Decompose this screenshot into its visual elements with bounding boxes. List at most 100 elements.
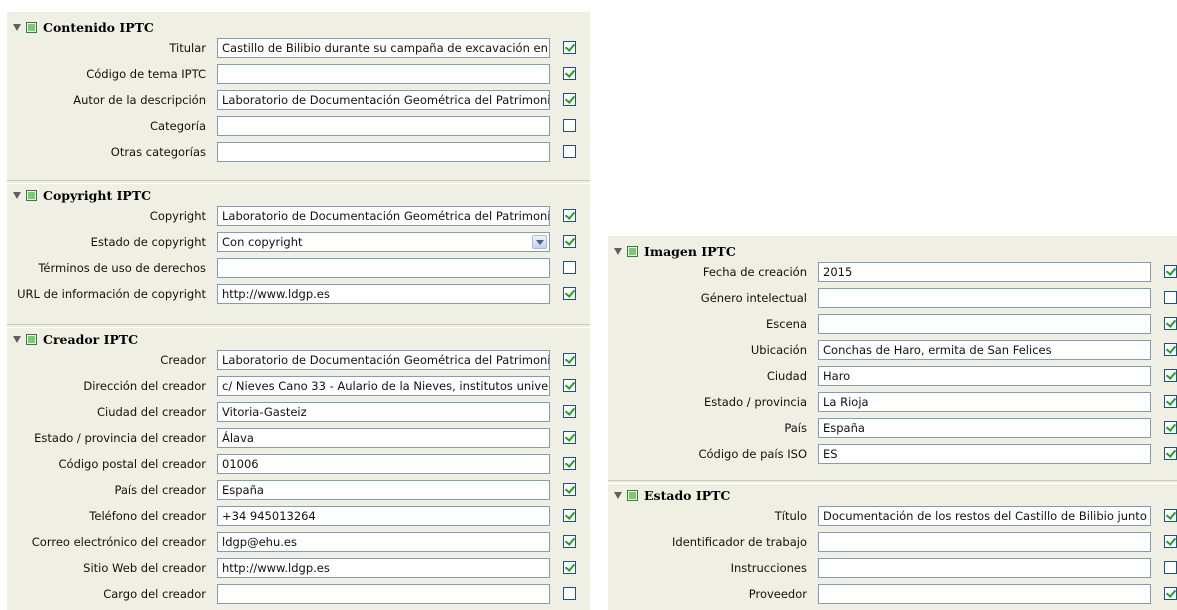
field-row-correo-electronico-del-creador: Correo electrónico del creador ldgp@ehu.e… xyxy=(7,532,590,554)
direccion-del-creador-input[interactable]: c/ Nieves Cano 33 - Aulario de la Nieves… xyxy=(217,376,550,396)
input-value: Vitoria-Gasteiz xyxy=(222,405,307,419)
estado-provincia-del-creador-input[interactable]: Álava xyxy=(217,428,550,448)
field-checkbox[interactable] xyxy=(563,209,576,222)
section-square-icon xyxy=(26,189,37,201)
field-label: Código de tema IPTC xyxy=(86,67,206,81)
field-row-genero-intelectual: Género intelectual xyxy=(608,288,1177,310)
disclosure-triangle-icon[interactable] xyxy=(13,191,21,199)
section-header[interactable]: Imagen IPTC xyxy=(608,242,736,260)
disclosure-triangle-icon[interactable] xyxy=(614,491,622,499)
fecha-de-creacion-input[interactable]: 2015 xyxy=(818,262,1151,282)
field-checkbox[interactable] xyxy=(563,67,576,80)
autor-de-la-descripcion-input[interactable]: Laboratorio de Documentación Geométrica … xyxy=(217,90,550,110)
field-checkbox[interactable] xyxy=(1164,343,1177,356)
field-checkbox[interactable] xyxy=(563,587,576,600)
escena-input[interactable] xyxy=(818,314,1151,334)
titulo-input[interactable]: Documentación de los restos del Castillo… xyxy=(818,506,1151,526)
ciudad-del-creador-input[interactable]: Vitoria-Gasteiz xyxy=(217,402,550,422)
field-checkbox[interactable] xyxy=(563,405,576,418)
otras-categorias-input[interactable] xyxy=(217,142,550,162)
field-checkbox[interactable] xyxy=(563,145,576,158)
field-checkbox[interactable] xyxy=(563,353,576,366)
disclosure-triangle-icon[interactable] xyxy=(614,247,622,255)
field-checkbox[interactable] xyxy=(563,535,576,548)
ubicacion-input[interactable]: Conchas de Haro, ermita de San Felices xyxy=(818,340,1151,360)
iptc-panel-right: Imagen IPTC Fecha de creación 2015 Género i… xyxy=(608,236,1177,610)
field-label: Ciudad del creador xyxy=(96,405,206,419)
field-checkbox[interactable] xyxy=(1164,317,1177,330)
instrucciones-input[interactable] xyxy=(818,558,1151,578)
field-checkbox[interactable] xyxy=(563,431,576,444)
codigo-de-pais-iso-input[interactable]: ES xyxy=(818,444,1151,464)
codigo-de-tema-iptc-input[interactable] xyxy=(217,64,550,84)
field-checkbox[interactable] xyxy=(563,509,576,522)
field-checkbox[interactable] xyxy=(563,287,576,300)
disclosure-triangle-icon[interactable] xyxy=(13,23,21,31)
cargo-del-creador-input[interactable] xyxy=(217,584,550,604)
categoria-input[interactable] xyxy=(217,116,550,136)
titular-input[interactable]: Castillo de Bilibio durante su campaña d… xyxy=(217,38,550,58)
chevron-down-icon[interactable] xyxy=(532,235,547,249)
terminos-de-uso-de-derechos-input[interactable] xyxy=(217,258,550,278)
pais-input[interactable]: España xyxy=(818,418,1151,438)
copyright-input[interactable]: Laboratorio de Documentación Geométrica … xyxy=(217,206,550,226)
section-title: Estado IPTC xyxy=(644,487,731,503)
disclosure-triangle-icon[interactable] xyxy=(13,335,21,343)
section-square-icon xyxy=(26,21,37,33)
section-header[interactable]: Copyright IPTC xyxy=(7,186,151,204)
field-row-terminos-de-uso-de-derechos: Términos de uso de derechos xyxy=(7,258,590,280)
field-checkbox[interactable] xyxy=(1164,561,1177,574)
genero-intelectual-input[interactable] xyxy=(818,288,1151,308)
proveedor-input[interactable] xyxy=(818,584,1151,604)
field-checkbox[interactable] xyxy=(1164,447,1177,460)
input-value: Documentación de los restos del Castillo… xyxy=(823,509,1151,523)
field-checkbox[interactable] xyxy=(1164,291,1177,304)
field-checkbox[interactable] xyxy=(1164,509,1177,522)
field-row-autor-de-la-descripcion: Autor de la descripción Laboratorio de Do… xyxy=(7,90,590,112)
pais-del-creador-input[interactable]: España xyxy=(217,480,550,500)
field-row-ciudad-del-creador: Ciudad del creador Vitoria-Gasteiz xyxy=(7,402,590,424)
field-checkbox[interactable] xyxy=(563,41,576,54)
url-de-informacion-de-copyright-input[interactable]: http://www.ldgp.es xyxy=(217,284,550,304)
field-checkbox[interactable] xyxy=(563,119,576,132)
field-checkbox[interactable] xyxy=(563,261,576,274)
field-label: Proveedor xyxy=(748,587,807,601)
field-checkbox[interactable] xyxy=(1164,421,1177,434)
ciudad-input[interactable]: Haro xyxy=(818,366,1151,386)
telefono-del-creador-input[interactable]: +34 945013264 xyxy=(217,506,550,526)
estado-provincia-input[interactable]: La Rioja xyxy=(818,392,1151,412)
field-checkbox[interactable] xyxy=(1164,265,1177,278)
field-checkbox[interactable] xyxy=(563,93,576,106)
field-row-ubicacion: Ubicación Conchas de Haro, ermita de San … xyxy=(608,340,1177,362)
field-label: Instrucciones xyxy=(730,561,807,575)
creador-input[interactable]: Laboratorio de Documentación Geométrica … xyxy=(217,350,550,370)
input-value: ES xyxy=(823,447,838,461)
field-row-cargo-del-creador: Cargo del creador xyxy=(7,584,590,606)
field-label: Estado / provincia del creador xyxy=(34,431,206,445)
sitio-web-del-creador-input[interactable]: http://www.ldgp.es xyxy=(217,558,550,578)
section-header[interactable]: Estado IPTC xyxy=(608,486,730,504)
correo-electronico-del-creador-input[interactable]: ldgp@ehu.es xyxy=(217,532,550,552)
codigo-postal-del-creador-input[interactable]: 01006 xyxy=(217,454,550,474)
field-label: Ciudad xyxy=(766,369,807,383)
section-header[interactable]: Creador IPTC xyxy=(7,330,138,348)
field-checkbox[interactable] xyxy=(1164,535,1177,548)
field-label: Género intelectual xyxy=(700,291,807,305)
field-row-estado-de-copyright: Estado de copyright Con copyright xyxy=(7,232,590,254)
section-header[interactable]: Contenido IPTC xyxy=(7,18,154,36)
field-checkbox[interactable] xyxy=(1164,369,1177,382)
field-checkbox[interactable] xyxy=(1164,395,1177,408)
identificador-de-trabajo-input[interactable] xyxy=(818,532,1151,552)
section-divider xyxy=(608,480,1177,484)
field-checkbox[interactable] xyxy=(563,235,576,248)
copyright-status-select[interactable]: Con copyright xyxy=(217,232,550,252)
input-value: España xyxy=(222,483,264,497)
field-checkbox[interactable] xyxy=(563,379,576,392)
field-label: Código de país ISO xyxy=(698,447,807,461)
field-checkbox[interactable] xyxy=(1164,587,1177,600)
input-value: 01006 xyxy=(222,457,259,471)
field-label: Cargo del creador xyxy=(103,587,206,601)
field-checkbox[interactable] xyxy=(563,457,576,470)
field-checkbox[interactable] xyxy=(563,483,576,496)
field-checkbox[interactable] xyxy=(563,561,576,574)
